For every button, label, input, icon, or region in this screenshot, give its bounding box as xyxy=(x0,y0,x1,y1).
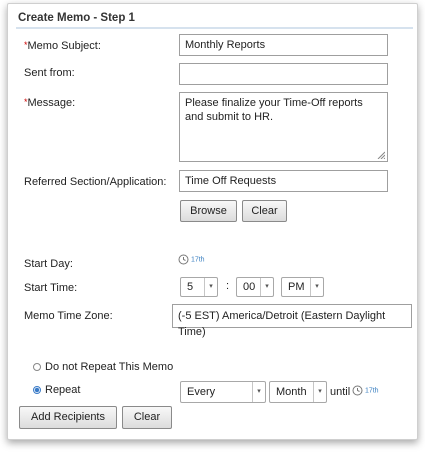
no-repeat-label[interactable]: Do not Repeat This Memo xyxy=(45,361,173,373)
repeat-unit-select[interactable]: Month ▾ xyxy=(269,381,327,403)
start-time-label: Start Time: xyxy=(24,282,78,294)
chevron-down-icon: ▾ xyxy=(313,382,326,402)
memo-subject-input[interactable]: Monthly Reports xyxy=(179,34,388,56)
until-date-picker[interactable]: 17th xyxy=(352,385,379,396)
create-memo-panel: Create Memo - Step 1 *Memo Subject: Mont… xyxy=(7,3,418,440)
clock-calendar-icon xyxy=(352,385,363,396)
bottom-clear-button[interactable]: Clear xyxy=(122,406,172,429)
add-recipients-button[interactable]: Add Recipients xyxy=(19,406,117,429)
sent-from-input[interactable] xyxy=(179,63,388,85)
start-day-value: 17th xyxy=(190,256,205,264)
referred-section-input[interactable]: Time Off Requests xyxy=(179,170,388,192)
clock-calendar-icon xyxy=(178,254,189,265)
repeat-radio[interactable] xyxy=(33,386,41,394)
until-date-value: 17th xyxy=(364,387,379,395)
chevron-down-icon: ▾ xyxy=(310,278,323,296)
chevron-down-icon: ▾ xyxy=(252,382,265,402)
panel-title: Create Memo - Step 1 xyxy=(18,12,135,24)
repeat-label[interactable]: Repeat xyxy=(45,384,80,396)
message-label: *Message: xyxy=(24,97,76,109)
message-textarea[interactable]: Please finalize your Time-Off reports an… xyxy=(179,92,388,162)
hour-select[interactable]: 5 ▾ xyxy=(180,277,218,297)
resize-grip-icon[interactable] xyxy=(377,151,385,159)
clear-button[interactable]: Clear xyxy=(242,200,287,222)
memo-subject-label: *Memo Subject: xyxy=(24,40,101,52)
chevron-down-icon: ▾ xyxy=(260,278,273,296)
time-separator: : xyxy=(226,280,230,292)
time-zone-label: Memo Time Zone: xyxy=(24,310,113,322)
sent-from-label: Sent from: xyxy=(24,67,75,79)
title-divider xyxy=(16,27,413,29)
minute-select[interactable]: 00 ▾ xyxy=(236,277,274,297)
start-day-picker[interactable]: 17th xyxy=(178,254,205,265)
referred-section-label: Referred Section/Application: xyxy=(24,176,167,188)
message-text: Please finalize your Time-Off reports an… xyxy=(185,97,363,123)
no-repeat-radio[interactable] xyxy=(33,363,41,371)
browse-button[interactable]: Browse xyxy=(180,200,237,222)
time-zone-select[interactable]: (-5 EST) America/Detroit (Eastern Daylig… xyxy=(172,304,412,338)
chevron-down-icon: ▾ xyxy=(204,278,217,296)
start-day-label: Start Day: xyxy=(24,258,73,270)
ampm-select[interactable]: PM ▾ xyxy=(281,277,324,297)
repeat-frequency-select[interactable]: Every ▾ xyxy=(180,381,266,403)
until-label: until xyxy=(330,386,351,398)
